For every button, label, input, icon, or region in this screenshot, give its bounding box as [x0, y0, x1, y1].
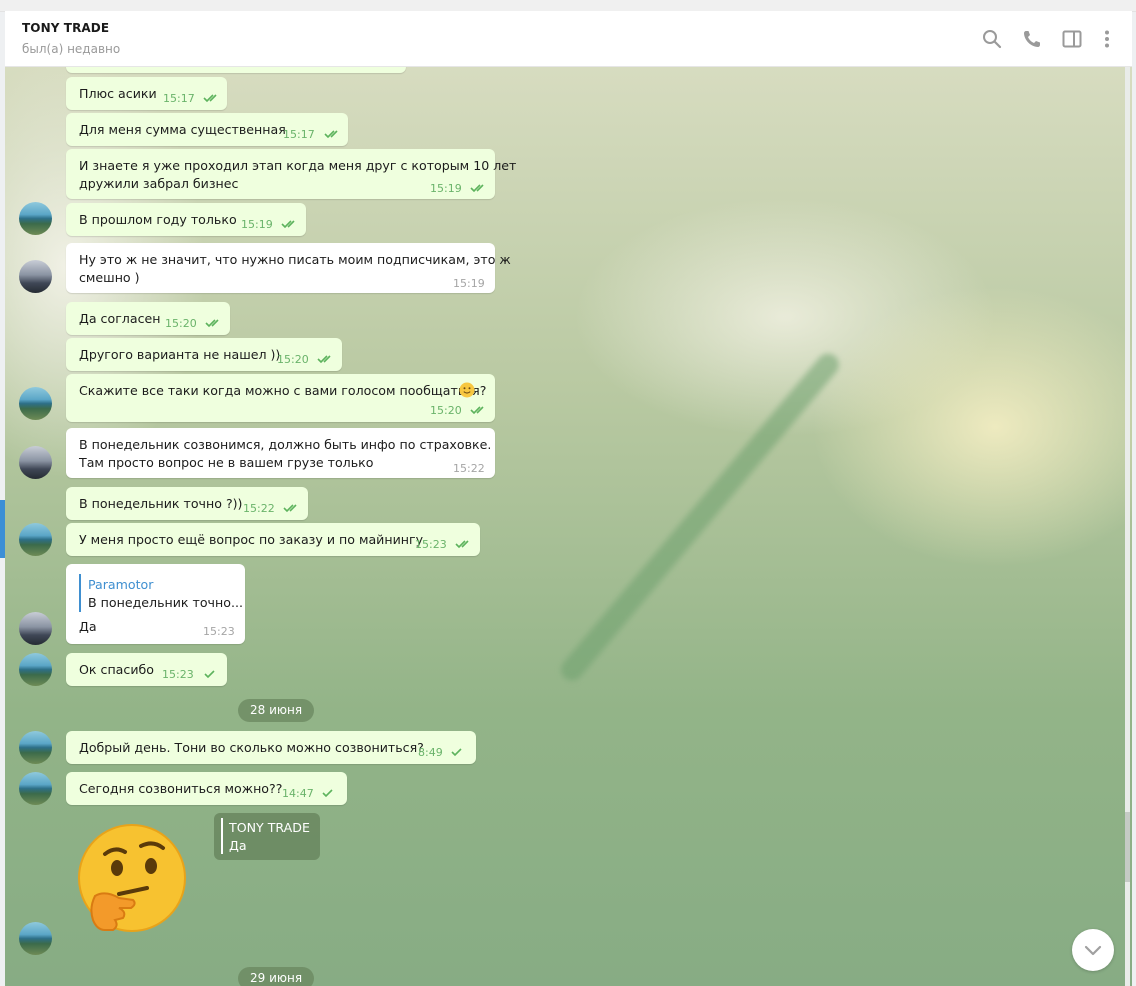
- message-text-line: И знаете я уже проходил этап когда меня …: [79, 158, 517, 173]
- message-time: 8:49: [418, 746, 443, 759]
- reply-author[interactable]: Paramotor: [88, 576, 153, 594]
- message-bubble-incoming[interactable]: В понедельник созвонимся, должно быть ин…: [66, 428, 495, 478]
- message-text: Добрый день. Тони во сколько можно созво…: [79, 740, 424, 755]
- message-text: Другого варианта не нашел )): [79, 347, 281, 362]
- message-time: 15:23: [162, 668, 194, 681]
- chevron-down-icon: [1084, 945, 1102, 956]
- message-time: 15:19: [430, 182, 462, 195]
- message-bubble[interactable]: Сегодня созвониться можно?? 14:47: [66, 772, 347, 805]
- message-time: 14:47: [282, 787, 314, 800]
- avatar[interactable]: [19, 922, 52, 955]
- message-time: 15:20: [430, 404, 462, 417]
- thinking-face-sticker[interactable]: [75, 824, 191, 942]
- chat-scroll-thumb[interactable]: [1125, 812, 1130, 882]
- message-time: 15:17: [163, 92, 195, 105]
- message-text: Плюс асики: [79, 86, 157, 101]
- chat-status: был(а) недавно: [22, 42, 121, 56]
- message-text-line: смешно ): [79, 270, 140, 285]
- message-bubble[interactable]: В прошлом году только 15:19: [66, 203, 306, 236]
- avatar[interactable]: [19, 772, 52, 805]
- date-separator: 28 июня: [238, 699, 315, 722]
- forward-author: TONY TRADE: [229, 820, 310, 835]
- message-time: 15:23: [203, 625, 235, 638]
- message-text-line: дружили забрал бизнес: [79, 176, 239, 191]
- avatar[interactable]: [19, 731, 52, 764]
- message-text-line: В понедельник созвонимся, должно быть ин…: [79, 437, 492, 452]
- more-vertical-icon[interactable]: [1096, 28, 1118, 50]
- chat-title[interactable]: TONY TRADE: [22, 21, 109, 35]
- message-time: 15:20: [277, 353, 309, 366]
- message-text: В прошлом году только: [79, 212, 237, 227]
- double-check-icon: [317, 355, 331, 364]
- double-check-icon: [470, 406, 484, 415]
- message-text: Да: [79, 619, 97, 634]
- sidebar-toggle-icon[interactable]: [1061, 28, 1083, 50]
- message-text: Для меня сумма существенная: [79, 122, 286, 137]
- message-time: 15:22: [453, 462, 485, 475]
- chat-area[interactable]: Плюс асики 15:17 Для меня сумма существе…: [5, 67, 1132, 986]
- message-text: Да согласен: [79, 311, 161, 326]
- message-bubble[interactable]: У меня просто ещё вопрос по заказу и по …: [66, 523, 480, 556]
- message-bubble[interactable]: Да согласен 15:20: [66, 302, 230, 335]
- double-check-icon: [283, 504, 297, 513]
- message-bubble[interactable]: Скажите все таки когда можно с вами голо…: [66, 374, 495, 422]
- avatar[interactable]: [19, 202, 52, 235]
- avatar[interactable]: [19, 653, 52, 686]
- message-time: 15:23: [415, 538, 447, 551]
- double-check-icon: [324, 130, 338, 139]
- message-time: 15:17: [283, 128, 315, 141]
- message-bubble-partial[interactable]: [66, 67, 406, 73]
- message-bubble-incoming[interactable]: Paramotor В понедельник точно... Да 15:2…: [66, 564, 245, 644]
- avatar[interactable]: [19, 387, 52, 420]
- message-text: В понедельник точно ?)): [79, 496, 243, 511]
- message-text: Ок спасибо: [79, 662, 154, 677]
- double-check-icon: [281, 220, 295, 229]
- date-separator: 29 июня: [238, 967, 315, 986]
- avatar[interactable]: [19, 446, 52, 479]
- message-time: 15:20: [165, 317, 197, 330]
- reply-preview: В понедельник точно...: [88, 595, 243, 610]
- message-text: Сегодня созвониться можно??: [79, 781, 283, 796]
- message-time: 15:19: [453, 277, 485, 290]
- check-icon: [204, 670, 215, 679]
- double-check-icon: [205, 319, 219, 328]
- phone-icon[interactable]: [1021, 28, 1043, 50]
- avatar[interactable]: [19, 523, 52, 556]
- check-icon: [451, 748, 462, 757]
- forward-quote-bar: [221, 818, 223, 854]
- avatar[interactable]: [19, 612, 52, 645]
- chat-header: TONY TRADE был(а) недавно: [5, 11, 1132, 67]
- check-icon: [322, 789, 333, 798]
- double-check-icon: [455, 540, 469, 549]
- slightly-smiling-face-icon: [459, 382, 475, 398]
- scroll-to-bottom-button[interactable]: [1072, 929, 1114, 971]
- search-icon[interactable]: [981, 28, 1003, 50]
- message-text-line: Ну это ж не значит, что нужно писать мои…: [79, 252, 511, 267]
- forwarded-reply-box[interactable]: TONY TRADE Да: [214, 813, 320, 860]
- message-bubble[interactable]: Для меня сумма существенная 15:17: [66, 113, 348, 146]
- message-time: 15:22: [243, 502, 275, 515]
- avatar[interactable]: [19, 260, 52, 293]
- reply-quote-bar: [79, 574, 81, 612]
- message-time: 15:19: [241, 218, 273, 231]
- double-check-icon: [203, 94, 217, 103]
- message-bubble[interactable]: Добрый день. Тони во сколько можно созво…: [66, 731, 476, 764]
- message-bubble[interactable]: И знаете я уже проходил этап когда меня …: [66, 149, 516, 199]
- message-bubble[interactable]: Ок спасибо 15:23: [66, 653, 227, 686]
- message-bubble[interactable]: В понедельник точно ?)) 15:22: [66, 487, 308, 520]
- double-check-icon: [470, 184, 484, 193]
- message-bubble[interactable]: Плюс асики 15:17: [66, 77, 227, 110]
- message-text: Скажите все таки когда можно с вами голо…: [79, 383, 487, 398]
- message-bubble-incoming[interactable]: Ну это ж не значит, что нужно писать мои…: [66, 243, 511, 293]
- message-text-line: Там просто вопрос не в вашем грузе тольк…: [79, 455, 374, 470]
- message-bubble[interactable]: Другого варианта не нашел )) 15:20: [66, 338, 342, 371]
- message-text: У меня просто ещё вопрос по заказу и по …: [79, 532, 424, 547]
- forward-text: Да: [229, 838, 247, 853]
- wallpaper-stem: [556, 349, 844, 686]
